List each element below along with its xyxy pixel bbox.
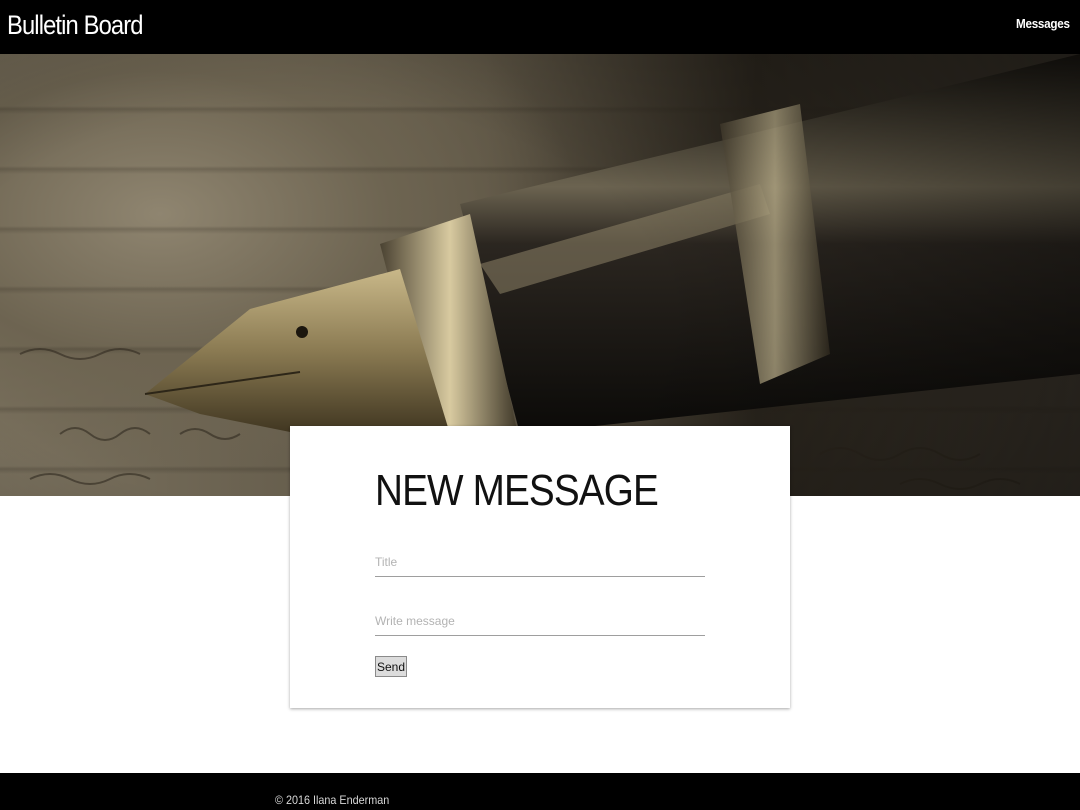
message-input[interactable] [375, 606, 705, 636]
send-button[interactable]: Send [375, 656, 407, 677]
top-navbar: Bulletin Board Messages [0, 0, 1080, 54]
copyright-text: © 2016 Ilana Enderman [275, 793, 390, 807]
nav-link-messages[interactable]: Messages [1016, 16, 1070, 31]
new-message-card: NEW MESSAGE Send [290, 426, 790, 708]
footer: © 2016 Ilana Enderman [0, 773, 1080, 810]
brand-title[interactable]: Bulletin Board [7, 8, 143, 42]
page-title: NEW MESSAGE [375, 466, 659, 515]
title-input[interactable] [375, 547, 705, 577]
